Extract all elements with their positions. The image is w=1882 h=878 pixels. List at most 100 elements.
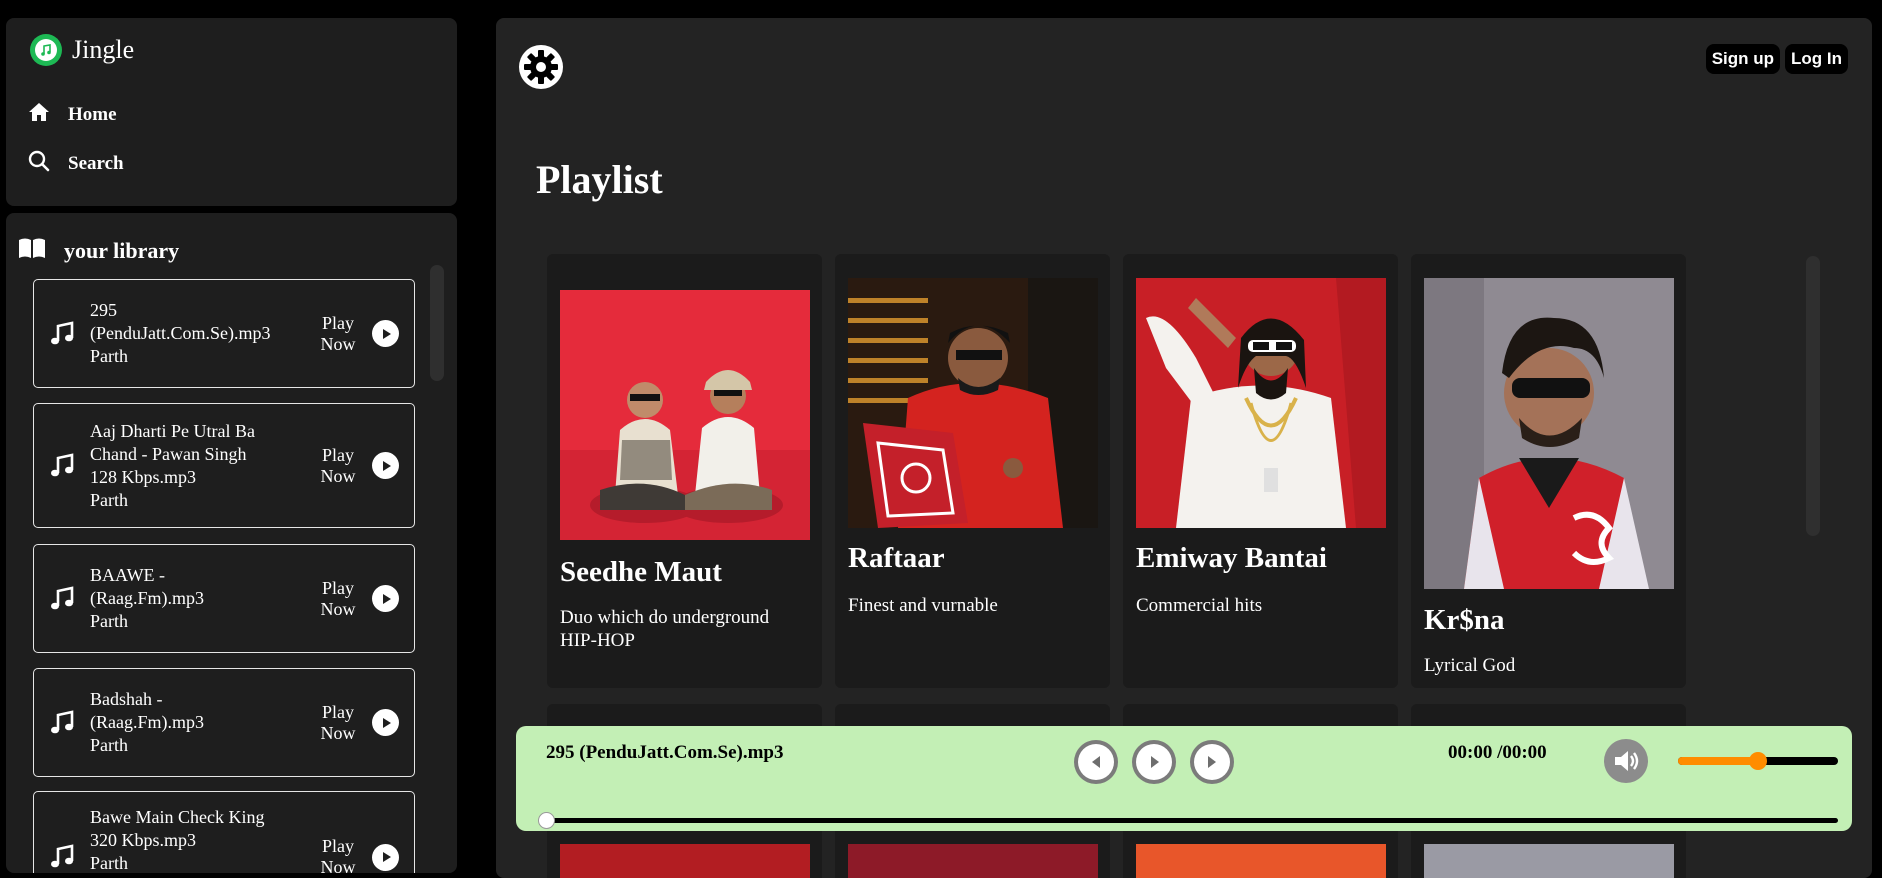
previous-button[interactable] <box>1074 740 1118 784</box>
seek-thumb[interactable] <box>538 812 555 829</box>
play-now-button[interactable]: Play Now <box>316 702 414 744</box>
song-artist: Parth <box>90 346 128 366</box>
play-button[interactable] <box>1132 740 1176 784</box>
song-title-line: (Raag.Fm).mp3 <box>90 712 204 732</box>
song-title-line: (Raag.Fm).mp3 <box>90 588 204 608</box>
play-now-label: Play Now <box>320 701 356 743</box>
play-icon <box>372 843 399 871</box>
playlist-description: Duo which do underground HIP-HOP <box>560 607 770 651</box>
song-title-line: 295 <box>90 300 117 320</box>
song-title-line: Aaj Dharti Pe Utral Ba <box>90 420 255 441</box>
previous-icon <box>1078 744 1114 780</box>
song-title-line: 320 Kbps.mp3 <box>90 830 197 850</box>
playlist-card[interactable]: Emiway Bantai Commercial hits <box>1123 254 1398 688</box>
playlist-card[interactable]: Kr$na Lyrical God <box>1411 254 1686 688</box>
nav-home[interactable]: Home <box>28 102 117 128</box>
song-artist: Parth <box>90 735 128 755</box>
music-note-icon <box>34 452 90 479</box>
library-song[interactable]: BAAWE - (Raag.Fm).mp3 Parth Play Now <box>33 544 415 653</box>
playlist-card[interactable]: Raftaar Finest and vurnable <box>835 254 1110 688</box>
login-button[interactable]: Log In <box>1785 44 1848 74</box>
play-icon <box>1136 744 1172 780</box>
song-info: Bawe Main Check King 320 Kbps.mp3 Parth <box>90 806 316 873</box>
play-now-button[interactable]: Play Now <box>316 806 414 873</box>
playlist-cover <box>848 278 1098 528</box>
play-now-label: Play Now <box>320 836 356 873</box>
now-playing-title: 295 (PenduJatt.Com.Se).mp3 <box>546 742 784 763</box>
main-scrollbar[interactable] <box>1806 256 1820 536</box>
play-now-button[interactable]: Play Now <box>316 313 414 355</box>
playback-controls <box>1074 740 1234 784</box>
playlist-description: Lyrical God <box>1424 655 1516 676</box>
nav-search[interactable]: Search <box>28 150 124 178</box>
song-artist: Parth <box>90 489 128 510</box>
auth-buttons: Sign up Log In <box>1705 44 1848 74</box>
nav-search-label: Search <box>68 153 124 174</box>
playlist-name: Kr$na <box>1424 604 1505 636</box>
library-song[interactable]: Bawe Main Check King 320 Kbps.mp3 Parth … <box>33 791 415 873</box>
play-now-label: Play Now <box>320 444 356 486</box>
brand[interactable]: Jingle <box>30 34 134 66</box>
library-song[interactable]: 295 (PenduJatt.Com.Se).mp3 Parth Play Now <box>33 279 415 388</box>
signup-button[interactable]: Sign up <box>1705 44 1781 74</box>
music-note-icon <box>34 585 90 612</box>
playlist-cover <box>560 844 810 878</box>
library-title: your library <box>64 238 180 263</box>
playlist-name: Raftaar <box>848 542 945 574</box>
song-info: Aaj Dharti Pe Utral Ba Chand - Pawan Sin… <box>90 420 316 512</box>
play-now-button[interactable]: Play Now <box>316 445 414 487</box>
search-icon <box>28 150 50 178</box>
library-song[interactable]: Aaj Dharti Pe Utral Ba Chand - Pawan Sin… <box>33 403 415 528</box>
song-artist: Parth <box>90 611 128 631</box>
home-icon <box>28 102 50 128</box>
play-icon <box>372 320 399 347</box>
library-scrollbar[interactable] <box>430 265 444 381</box>
volume-slider[interactable] <box>1678 752 1838 770</box>
library-panel: your library 295 (PenduJatt.Com.Se).mp3 … <box>6 213 457 873</box>
book-icon <box>18 237 46 265</box>
song-info: 295 (PenduJatt.Com.Se).mp3 Parth <box>90 299 316 368</box>
playlist-cover <box>1424 844 1674 878</box>
volume-fill <box>1678 757 1758 765</box>
song-info: Badshah - (Raag.Fm).mp3 Parth <box>90 688 316 757</box>
song-title-line: Badshah - <box>90 689 163 709</box>
playlist-description: Commercial hits <box>1136 595 1263 616</box>
song-title-line: BAAWE - <box>90 565 166 585</box>
song-info: BAAWE - (Raag.Fm).mp3 Parth <box>90 564 316 633</box>
play-icon <box>372 709 399 736</box>
seek-bar[interactable] <box>538 812 1838 829</box>
next-button[interactable] <box>1190 740 1234 784</box>
playlist-cover <box>1136 278 1386 528</box>
song-title-line: 128 Kbps.mp3 <box>90 466 197 487</box>
player-bar: 295 (PenduJatt.Com.Se).mp3 00:00 /00:00 <box>516 726 1852 831</box>
music-note-icon <box>34 320 90 347</box>
playlist-name: Seedhe Maut <box>560 556 722 588</box>
playlist-heading: Playlist <box>536 157 663 202</box>
music-note-icon <box>34 709 90 736</box>
play-now-label: Play Now <box>320 577 356 619</box>
playlist-cover <box>560 290 810 540</box>
app-name: Jingle <box>72 35 135 64</box>
play-now-button[interactable]: Play Now <box>316 578 414 620</box>
playlist-card[interactable]: Seedhe Maut Duo which do underground HIP… <box>547 254 822 688</box>
song-artist: Parth <box>90 853 128 873</box>
song-title-line: Chand - Pawan Singh <box>90 443 247 464</box>
volume-thumb[interactable] <box>1749 752 1767 770</box>
volume-icon[interactable] <box>1604 739 1648 783</box>
next-icon <box>1194 744 1230 780</box>
nav-home-label: Home <box>68 104 117 125</box>
music-note-icon <box>34 806 90 870</box>
play-icon <box>372 585 399 612</box>
time-display: 00:00 /00:00 <box>1448 742 1547 763</box>
settings-gear-icon[interactable] <box>518 44 564 95</box>
playlist-cover <box>848 844 1098 878</box>
playlist-description: Finest and vurnable <box>848 595 998 616</box>
library-song[interactable]: Badshah - (Raag.Fm).mp3 Parth Play Now <box>33 668 415 777</box>
song-title-line: (PenduJatt.Com.Se).mp3 <box>90 323 271 343</box>
song-title-line: Bawe Main Check King <box>90 807 265 827</box>
playlist-cover <box>1136 844 1386 878</box>
library-header: your library <box>18 237 179 265</box>
playlist-cover <box>1424 278 1674 589</box>
play-icon <box>372 452 399 479</box>
playlist-name: Emiway Bantai <box>1136 542 1327 574</box>
